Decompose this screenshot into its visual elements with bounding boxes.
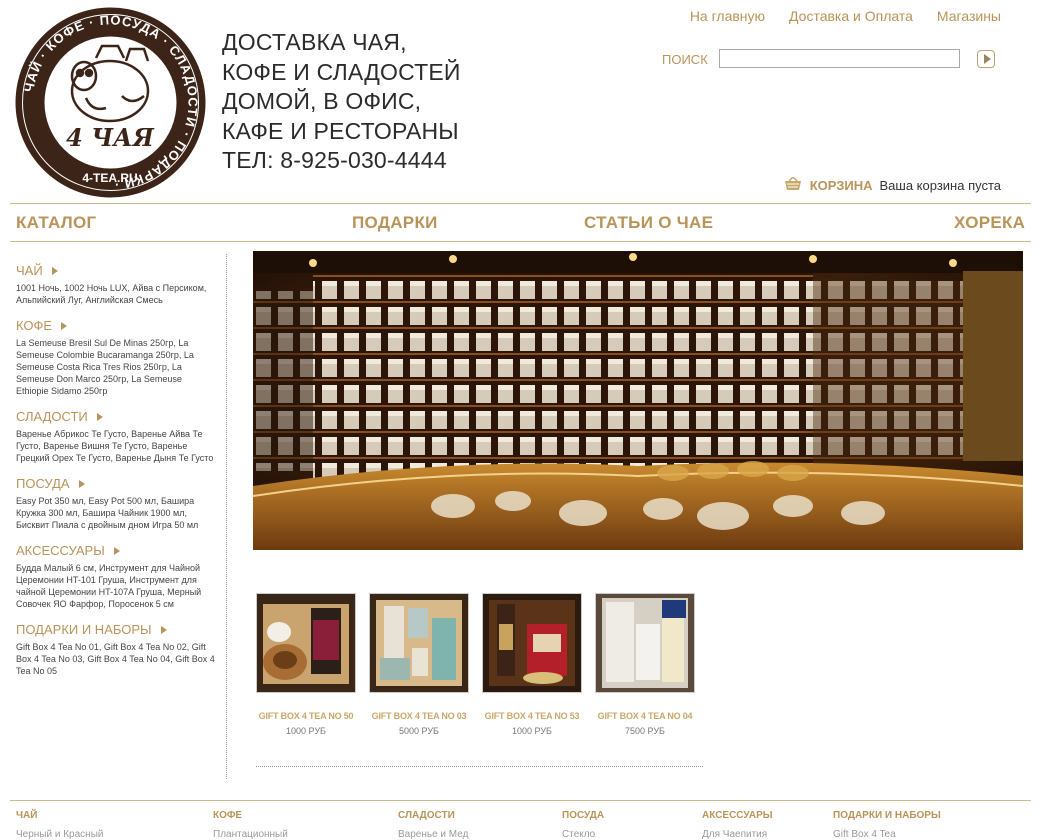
- sidebar-category-label[interactable]: КОФЕ: [16, 318, 52, 333]
- sidebar-category-label[interactable]: СЛАДОСТИ: [16, 409, 88, 424]
- sidebar-category-items[interactable]: 1001 Ночь, 1002 Ночь LUX, Айва с Персико…: [16, 282, 216, 306]
- product-name[interactable]: GIFT BOX 4 TEA NO 53: [482, 711, 582, 721]
- footer-column-title[interactable]: ПОДАРКИ И НАБОРЫ: [833, 810, 941, 821]
- sidebar-catalog: ЧАЙ 1001 Ночь, 1002 Ночь LUX, Айва с Пер…: [16, 263, 216, 684]
- sidebar-category-title[interactable]: СЛАДОСТИ: [16, 409, 216, 424]
- product-name[interactable]: GIFT BOX 4 TEA NO 03: [369, 711, 469, 721]
- product-name[interactable]: GIFT BOX 4 TEA NO 50: [256, 711, 356, 721]
- footer-column: СЛАДОСТИ Варенье и Мед: [398, 810, 468, 840]
- sidebar-category-title[interactable]: ПОДАРКИ И НАБОРЫ: [16, 622, 216, 637]
- play-arrow-icon: [983, 54, 991, 64]
- nav-link-stores[interactable]: Магазины: [937, 8, 1001, 24]
- logo-center-text: 4 ЧАЯ: [66, 123, 155, 152]
- sidebar-divider: [226, 254, 227, 779]
- sidebar-category-label[interactable]: ПОСУДА: [16, 476, 70, 491]
- arrow-right-icon: [96, 412, 103, 421]
- sidebar-category: АКСЕССУАРЫ Будда Малый 6 см, Инструмент …: [16, 543, 216, 610]
- nav-link-home[interactable]: На главную: [690, 8, 765, 24]
- main-nav-gifts[interactable]: ПОДАРКИ: [352, 213, 438, 233]
- store-banner-image: [253, 251, 1023, 550]
- product-card[interactable]: GIFT BOX 4 TEA NO 04 7500 РУБ: [595, 593, 695, 736]
- product-card[interactable]: GIFT BOX 4 TEA NO 53 1000 РУБ: [482, 593, 582, 736]
- basket-icon: [784, 175, 802, 194]
- sidebar-category: ПОДАРКИ И НАБОРЫ Gift Box 4 Tea No 01, G…: [16, 622, 216, 677]
- site-tagline: ДОСТАВКА ЧАЯ, КОФЕ И СЛАДОСТЕЙ ДОМОЙ, В …: [222, 28, 461, 176]
- arrow-right-icon: [61, 321, 68, 330]
- footer-column-title[interactable]: ЧАЙ: [16, 810, 103, 821]
- product-image[interactable]: [595, 593, 695, 693]
- sidebar-category-title[interactable]: КОФЕ: [16, 318, 216, 333]
- nav-link-delivery[interactable]: Доставка и Оплата: [789, 8, 913, 24]
- cart-widget[interactable]: КОРЗИНА Ваша корзина пуста: [784, 175, 1002, 194]
- sidebar-category-items[interactable]: Будда Малый 6 см, Инструмент для Чайной …: [16, 562, 216, 610]
- footer-column-title[interactable]: СЛАДОСТИ: [398, 810, 468, 821]
- arrow-right-icon: [160, 625, 167, 634]
- footer-column: ПОДАРКИ И НАБОРЫ Gift Box 4 Tea: [833, 810, 941, 840]
- sidebar-category-items[interactable]: Варенье Абрикос Те Густо, Варенье Айва Т…: [16, 428, 216, 464]
- search-input[interactable]: [719, 49, 960, 68]
- top-nav: На главную Доставка и Оплата Магазины: [690, 8, 1001, 24]
- site-logo[interactable]: ЧАЙ · КОФЕ · ПОСУДА · СЛАДОСТИ · ПОДАРКИ…: [14, 6, 207, 199]
- tagline-line: КОФЕ И СЛАДОСТЕЙ: [222, 58, 461, 85]
- main-nav-horeca[interactable]: ХОРЕКА: [954, 213, 1025, 233]
- sidebar-category-label[interactable]: ЧАЙ: [16, 263, 43, 278]
- sidebar-category: ЧАЙ 1001 Ночь, 1002 Ночь LUX, Айва с Пер…: [16, 263, 216, 306]
- tagline-phone: ТЕЛ: 8-925-030-4444: [222, 147, 447, 173]
- cart-status: Ваша корзина пуста: [879, 178, 1002, 193]
- divider: [10, 203, 1031, 204]
- arrow-right-icon: [78, 479, 85, 488]
- cart-label[interactable]: КОРЗИНА: [810, 178, 873, 193]
- footer-column: ПОСУДА Стекло: [562, 810, 604, 840]
- footer-column-title[interactable]: КОФЕ: [213, 810, 288, 821]
- divider: [10, 800, 1031, 801]
- product-grid: GIFT BOX 4 TEA NO 50 1000 РУБ GIFT BOX 4…: [256, 593, 695, 736]
- footer-column-title[interactable]: АКСЕССУАРЫ: [702, 810, 773, 821]
- products-divider: [256, 766, 703, 767]
- main-nav-catalog[interactable]: КАТАЛОГ: [16, 213, 97, 233]
- sidebar-category-title[interactable]: ПОСУДА: [16, 476, 216, 491]
- sidebar-category: ПОСУДА Easy Pot 350 мл, Easy Pot 500 мл,…: [16, 476, 216, 531]
- product-name[interactable]: GIFT BOX 4 TEA NO 04: [595, 711, 695, 721]
- product-image[interactable]: [369, 593, 469, 693]
- sidebar-category-items[interactable]: Easy Pot 350 мл, Easy Pot 500 мл, Башира…: [16, 495, 216, 531]
- sidebar-category-title[interactable]: АКСЕССУАРЫ: [16, 543, 216, 558]
- footer-column-title[interactable]: ПОСУДА: [562, 810, 604, 821]
- sidebar-category-items[interactable]: La Semeuse Bresil Sul De Minas 250гр, La…: [16, 337, 216, 397]
- product-card[interactable]: GIFT BOX 4 TEA NO 03 5000 РУБ: [369, 593, 469, 736]
- tagline-line: ДОСТАВКА ЧАЯ,: [222, 29, 407, 55]
- product-card[interactable]: GIFT BOX 4 TEA NO 50 1000 РУБ: [256, 593, 356, 736]
- sidebar-category-label[interactable]: АКСЕССУАРЫ: [16, 543, 105, 558]
- footer-column: ЧАЙ Черный и Красный: [16, 810, 103, 840]
- product-price: 7500 РУБ: [625, 726, 665, 736]
- product-price: 5000 РУБ: [399, 726, 439, 736]
- product-image[interactable]: [482, 593, 582, 693]
- footer-link[interactable]: Стекло: [562, 829, 604, 840]
- sidebar-category: СЛАДОСТИ Варенье Абрикос Те Густо, Варен…: [16, 409, 216, 464]
- sidebar-category: КОФЕ La Semeuse Bresil Sul De Minas 250г…: [16, 318, 216, 397]
- arrow-right-icon: [51, 266, 58, 275]
- product-price: 1000 РУБ: [286, 726, 326, 736]
- footer-link[interactable]: Черный и Красный: [16, 829, 103, 840]
- footer-link[interactable]: Gift Box 4 Tea: [833, 829, 941, 840]
- footer-column: АКСЕССУАРЫ Для Чаепития: [702, 810, 773, 840]
- search-button[interactable]: [977, 50, 995, 68]
- footer-column: КОФЕ Плантационный: [213, 810, 288, 840]
- sidebar-category-items[interactable]: Gift Box 4 Tea No 01, Gift Box 4 Tea No …: [16, 641, 216, 677]
- tagline-line: КАФЕ И РЕСТОРАНЫ: [222, 117, 459, 144]
- sidebar-category-title[interactable]: ЧАЙ: [16, 263, 216, 278]
- divider: [10, 241, 1031, 242]
- sidebar-category-label[interactable]: ПОДАРКИ И НАБОРЫ: [16, 622, 152, 637]
- footer-link[interactable]: Варенье и Мед: [398, 829, 468, 840]
- tagline-line: ДОМОЙ, В ОФИС,: [222, 88, 422, 114]
- product-image[interactable]: [256, 593, 356, 693]
- product-price: 1000 РУБ: [512, 726, 552, 736]
- arrow-right-icon: [113, 546, 120, 555]
- footer-link[interactable]: Плантационный: [213, 829, 288, 840]
- logo-bottom-text: 4-TEA.RU: [82, 171, 137, 185]
- main-nav-articles[interactable]: СТАТЬИ О ЧАЕ: [584, 213, 713, 233]
- search-label: ПОИСК: [662, 52, 708, 67]
- footer-link[interactable]: Для Чаепития: [702, 829, 773, 840]
